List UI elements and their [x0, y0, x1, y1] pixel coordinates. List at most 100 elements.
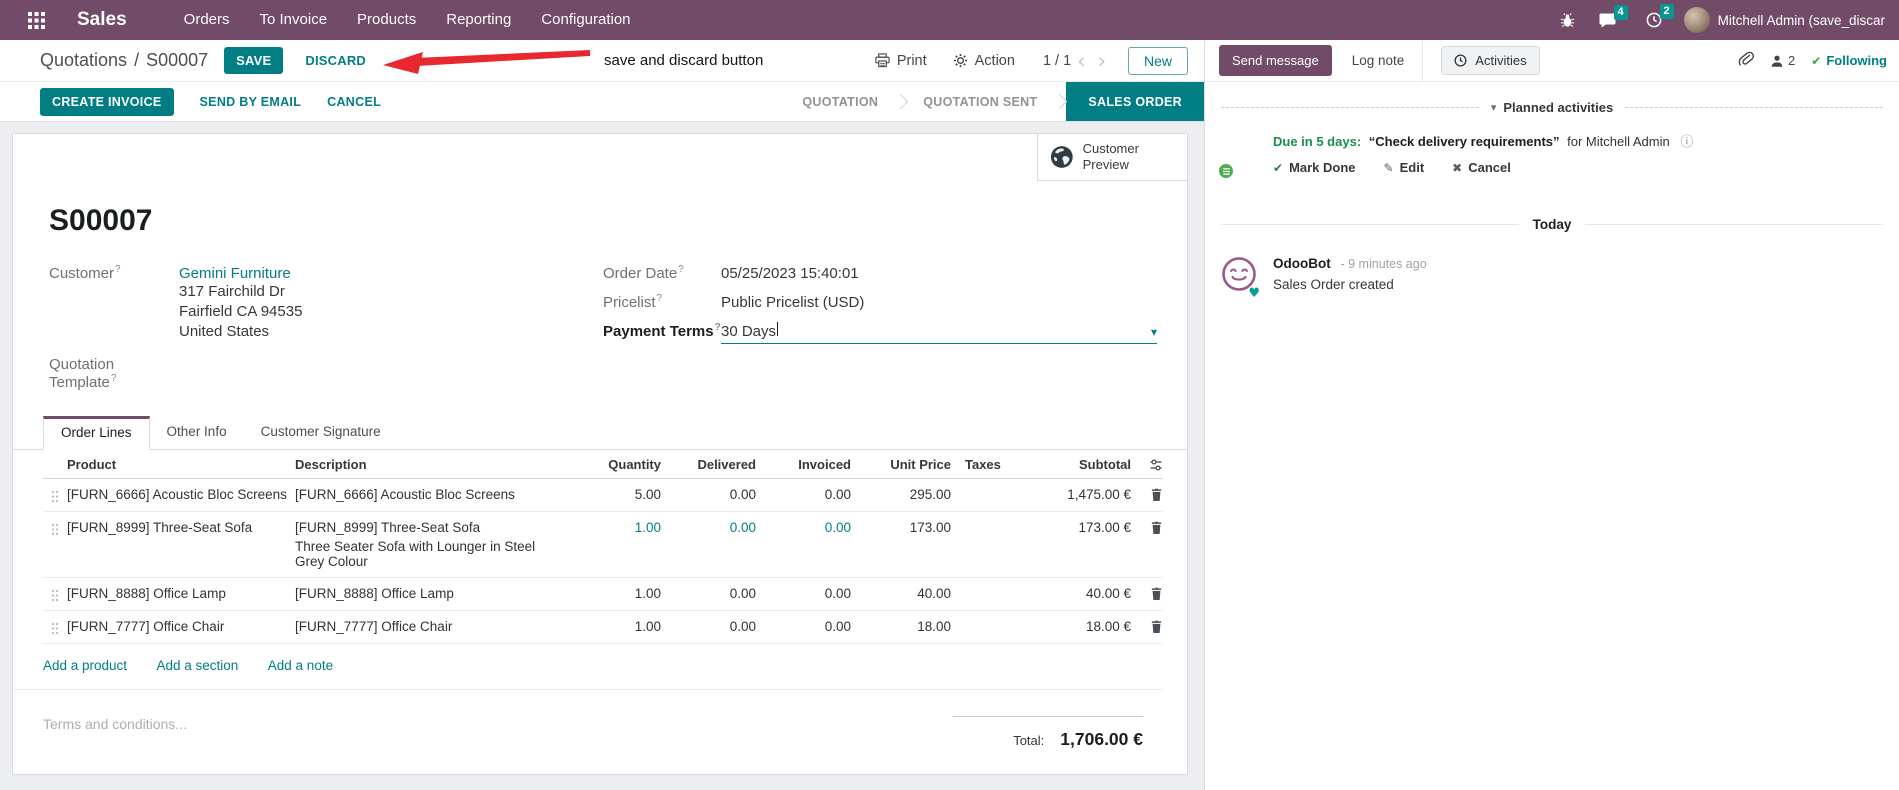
- state-quotation-sent[interactable]: QUOTATION SENT: [907, 95, 1053, 109]
- col-product[interactable]: Product: [67, 457, 295, 472]
- col-quantity[interactable]: Quantity: [573, 457, 661, 472]
- payment-terms-value: 30 Days: [721, 323, 777, 340]
- drag-handle-icon[interactable]: [43, 619, 67, 635]
- drag-handle-icon[interactable]: [43, 520, 67, 536]
- cell-product[interactable]: [FURN_6666] Acoustic Bloc Screens: [67, 487, 295, 502]
- discard-button[interactable]: DISCARD: [305, 53, 366, 68]
- activities-menu[interactable]: 2: [1646, 4, 1674, 28]
- drag-handle-icon[interactable]: [43, 487, 67, 503]
- send-by-email-button[interactable]: SEND BY EMAIL: [200, 95, 302, 109]
- order-date-value[interactable]: 05/25/2023 15:40:01: [721, 265, 859, 282]
- cell-delivered[interactable]: 0.00: [661, 586, 756, 601]
- table-row[interactable]: [FURN_7777] Office Chair [FURN_7777] Off…: [43, 611, 1163, 644]
- delete-row-icon[interactable]: [1131, 487, 1163, 502]
- activities-button[interactable]: Activities: [1441, 46, 1540, 75]
- menu-configuration[interactable]: Configuration: [526, 0, 645, 40]
- col-description[interactable]: Description: [295, 457, 573, 472]
- cell-unit-price[interactable]: 173.00: [851, 520, 951, 535]
- save-button[interactable]: SAVE: [224, 47, 284, 74]
- cell-unit-price[interactable]: 295.00: [851, 487, 951, 502]
- action-label: Action: [974, 52, 1015, 69]
- menu-products[interactable]: Products: [342, 0, 431, 40]
- cell-invoiced[interactable]: 0.00: [756, 487, 851, 502]
- action-button[interactable]: Action: [953, 53, 1015, 69]
- delete-row-icon[interactable]: [1131, 520, 1163, 535]
- print-label: Print: [896, 52, 927, 69]
- followers-button[interactable]: 2: [1770, 53, 1795, 68]
- menu-orders[interactable]: Orders: [169, 0, 245, 40]
- col-taxes[interactable]: Taxes: [951, 457, 1019, 472]
- info-icon[interactable]: ⓘ: [1680, 135, 1693, 150]
- customer-preview-button[interactable]: Customer Preview: [1037, 134, 1187, 181]
- col-delivered[interactable]: Delivered: [661, 457, 756, 472]
- tab-order-lines[interactable]: Order Lines: [43, 416, 150, 450]
- tab-customer-signature[interactable]: Customer Signature: [244, 416, 398, 450]
- create-invoice-button[interactable]: CREATE INVOICE: [40, 87, 174, 116]
- pager-next-icon[interactable]: ›: [1092, 50, 1112, 71]
- cell-quantity[interactable]: 5.00: [573, 487, 661, 502]
- col-subtotal[interactable]: Subtotal: [1019, 457, 1131, 472]
- pager-previous-icon[interactable]: ‹: [1071, 50, 1091, 71]
- terms-placeholder[interactable]: Terms and conditions...: [43, 716, 187, 750]
- cell-description[interactable]: [FURN_7777] Office Chair: [295, 619, 573, 634]
- print-button[interactable]: Print: [875, 53, 927, 69]
- cell-unit-price[interactable]: 40.00: [851, 586, 951, 601]
- add-a-section-link[interactable]: Add a section: [157, 658, 239, 673]
- cancel-activity-button[interactable]: ✖ Cancel: [1452, 160, 1511, 175]
- edit-activity-button[interactable]: ✎ Edit: [1384, 160, 1425, 175]
- cell-product[interactable]: [FURN_7777] Office Chair: [67, 619, 295, 634]
- cell-invoiced[interactable]: 0.00: [756, 520, 851, 535]
- menu-reporting[interactable]: Reporting: [431, 0, 526, 40]
- cell-delivered[interactable]: 0.00: [661, 619, 756, 634]
- tab-other-info[interactable]: Other Info: [150, 416, 244, 450]
- cell-delivered[interactable]: 0.00: [661, 520, 756, 535]
- cell-invoiced[interactable]: 0.00: [756, 619, 851, 634]
- cell-quantity[interactable]: 1.00: [573, 586, 661, 601]
- cell-product[interactable]: [FURN_8999] Three-Seat Sofa: [67, 520, 295, 535]
- app-name[interactable]: Sales: [77, 9, 127, 31]
- state-sales-order[interactable]: SALES ORDER: [1066, 82, 1204, 121]
- state-quotation[interactable]: QUOTATION: [786, 95, 894, 109]
- cell-description[interactable]: [FURN_6666] Acoustic Bloc Screens: [295, 487, 573, 502]
- apps-menu-icon[interactable]: [28, 11, 45, 29]
- new-button[interactable]: New: [1127, 46, 1188, 75]
- col-invoiced[interactable]: Invoiced: [756, 457, 851, 472]
- menu-to-invoice[interactable]: To Invoice: [245, 0, 343, 40]
- optional-columns-icon[interactable]: [1131, 457, 1163, 472]
- add-a-note-link[interactable]: Add a note: [268, 658, 333, 673]
- add-a-product-link[interactable]: Add a product: [43, 658, 127, 673]
- mark-done-button[interactable]: ✔ Mark Done: [1273, 160, 1356, 175]
- col-unit-price[interactable]: Unit Price: [851, 457, 951, 472]
- payment-terms-input[interactable]: 30 Days ▾: [721, 322, 1157, 344]
- delete-row-icon[interactable]: [1131, 619, 1163, 634]
- user-avatar[interactable]: [1683, 7, 1710, 33]
- table-row[interactable]: [FURN_8999] Three-Seat Sofa [FURN_8999] …: [43, 512, 1163, 578]
- table-row[interactable]: [FURN_8888] Office Lamp [FURN_8888] Offi…: [43, 578, 1163, 611]
- cell-quantity[interactable]: 1.00: [573, 520, 661, 535]
- breadcrumb-parent[interactable]: Quotations: [40, 50, 127, 70]
- form-statusbar: CREATE INVOICE SEND BY EMAIL CANCEL QUOT…: [0, 82, 1204, 122]
- messages-menu[interactable]: 4: [1599, 4, 1628, 28]
- pricelist-value[interactable]: Public Pricelist (USD): [721, 294, 864, 311]
- send-message-button[interactable]: Send message: [1219, 45, 1332, 76]
- debug-bug-icon[interactable]: [1560, 12, 1575, 28]
- delete-row-icon[interactable]: [1131, 586, 1163, 601]
- cell-product[interactable]: [FURN_8888] Office Lamp: [67, 586, 295, 601]
- cell-description[interactable]: [FURN_8999] Three-Seat Sofa Three Seater …: [295, 520, 573, 569]
- cell-unit-price[interactable]: 18.00: [851, 619, 951, 634]
- message-author[interactable]: OdooBot: [1273, 256, 1331, 271]
- dropdown-caret-icon[interactable]: ▾: [1151, 325, 1157, 339]
- attachments-button[interactable]: [1738, 50, 1755, 72]
- cell-quantity[interactable]: 1.00: [573, 619, 661, 634]
- cancel-button[interactable]: CANCEL: [327, 95, 381, 109]
- table-row[interactable]: [FURN_6666] Acoustic Bloc Screens [FURN_…: [43, 479, 1163, 512]
- log-note-button[interactable]: Log note: [1352, 53, 1405, 68]
- following-button[interactable]: ✔ Following: [1811, 53, 1887, 68]
- cell-delivered[interactable]: 0.00: [661, 487, 756, 502]
- cell-description[interactable]: [FURN_8888] Office Lamp: [295, 586, 573, 601]
- customer-link[interactable]: Gemini Furniture: [179, 265, 291, 282]
- user-name[interactable]: Mitchell Admin (save_discar: [1718, 13, 1885, 28]
- planned-activities-toggle[interactable]: ▾ Planned activities: [1491, 100, 1613, 115]
- cell-invoiced[interactable]: 0.00: [756, 586, 851, 601]
- drag-handle-icon[interactable]: [43, 586, 67, 602]
